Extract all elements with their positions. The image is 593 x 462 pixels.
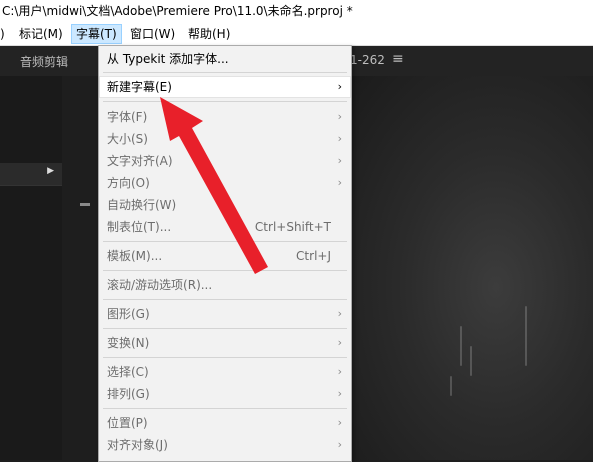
annotation-arrow-shape <box>160 97 268 274</box>
annotation-arrow-icon <box>160 97 268 274</box>
